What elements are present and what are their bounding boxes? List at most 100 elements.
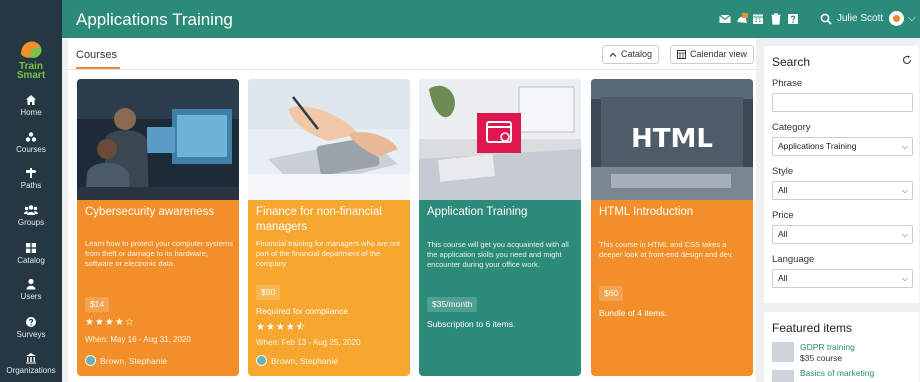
category-label: Category	[772, 122, 811, 133]
breadcrumb[interactable]: Courses	[76, 49, 117, 61]
sidebar-item-surveys[interactable]: Surveys	[0, 316, 62, 352]
course-dates: When: Feb 13 - Aug 25, 2020	[256, 338, 361, 347]
course-image-finance	[248, 79, 410, 200]
course-description: Financial training for managers who are …	[256, 239, 401, 268]
trainsmart-logo[interactable]: Train Smart	[0, 38, 62, 86]
course-title[interactable]: Finance for non-financial managers	[256, 205, 406, 235]
course-title[interactable]: Cybersecurity awareness	[85, 205, 235, 220]
featured-item-name[interactable]: Basics of marketing	[800, 368, 874, 378]
logo-text-line2: Smart	[16, 70, 46, 81]
calendar-view-button[interactable]: Calendar view	[670, 45, 755, 64]
chevron-up-icon	[609, 52, 617, 57]
featured-thumbnail[interactable]	[772, 342, 794, 362]
calendar-icon[interactable]	[752, 13, 764, 25]
sidebar-item-catalog[interactable]: Catalog	[0, 242, 62, 278]
mail-icon[interactable]	[719, 13, 731, 25]
course-card-application-training[interactable]: Application Training This course will ge…	[419, 79, 581, 376]
course-note: Bundle of 4 items.	[599, 308, 668, 318]
sidebar-item-users[interactable]: Users	[0, 278, 62, 314]
sidebar-item-label: Catalog	[17, 256, 45, 265]
home-icon	[26, 95, 36, 105]
notifications-icon[interactable]	[736, 13, 748, 25]
calendar-icon	[677, 50, 686, 59]
paths-icon	[26, 168, 37, 178]
course-note: Subscription to 6 items.	[427, 319, 516, 329]
course-description: Learn how to protect your computer syste…	[85, 239, 233, 268]
course-description: This course will get you acquainted with…	[427, 240, 569, 269]
sidebar-item-label: Groups	[17, 218, 45, 227]
organizations-icon	[26, 353, 36, 364]
sidebar-item-courses[interactable]: Courses	[0, 131, 62, 167]
users-icon	[26, 278, 36, 290]
featured-panel: Featured items GDPR training $35 course …	[764, 312, 919, 382]
course-note: Required for compliance	[256, 306, 349, 316]
user-avatar[interactable]	[889, 11, 904, 26]
sidebar-item-label: Courses	[16, 145, 46, 154]
chevron-down-icon: ⌵	[901, 274, 908, 283]
price-badge: $35/month	[427, 297, 478, 312]
sidebar-item-label: Organizations	[6, 366, 56, 375]
top-bar: Applications Training Julie Scott ⌵	[62, 0, 920, 38]
courses-panel: Courses Catalog Calendar view Cybersecur…	[68, 38, 756, 382]
sidebar-item-label: Paths	[20, 181, 42, 190]
course-image-html-introduction: HTML	[591, 79, 753, 200]
sidebar-item-organizations[interactable]: Organizations	[0, 352, 62, 382]
user-name[interactable]: Julie Scott	[837, 13, 883, 24]
left-navigation: Train Smart Home Courses Paths Groups Ca…	[0, 0, 62, 382]
course-title[interactable]: Application Training	[427, 205, 577, 220]
rating-stars: ★★★★☆	[85, 317, 135, 328]
surveys-icon	[26, 317, 36, 327]
search-panel: Search Phrase Category Applications Trai…	[764, 46, 919, 303]
sidebar-item-home[interactable]: Home	[0, 94, 62, 130]
price-badge: $50	[256, 285, 281, 300]
catalog-button[interactable]: Catalog	[602, 45, 660, 64]
phrase-input[interactable]	[772, 93, 913, 112]
search-title: Search	[772, 55, 811, 69]
featured-thumbnail[interactable]	[772, 370, 794, 382]
author-avatar	[256, 355, 267, 366]
featured-title: Featured items	[772, 321, 853, 335]
price-label: Price	[772, 210, 794, 221]
course-title[interactable]: HTML Introduction	[599, 205, 749, 220]
price-select[interactable]: All ⌵	[772, 225, 913, 244]
page-title: Applications Training	[76, 10, 233, 29]
course-description: This course in HTML and CSS takes a deep…	[599, 240, 734, 259]
sidebar-item-label: Surveys	[16, 330, 46, 339]
reset-icon[interactable]	[902, 55, 912, 65]
course-dates: When: May 16 - Aug 31, 2020	[85, 335, 191, 344]
html-logo-text: HTML	[631, 124, 713, 154]
featured-item-name[interactable]: GDPR training	[800, 342, 855, 352]
course-card-cybersecurity[interactable]: Cybersecurity awareness Learn how to pro…	[77, 79, 239, 376]
course-card-html-introduction[interactable]: HTML HTML Introduction This course in HT…	[591, 79, 753, 376]
language-label: Language	[772, 254, 815, 265]
header-divider	[68, 69, 756, 70]
rating-stars: ★★★★⯪	[256, 322, 307, 333]
sidebar-item-label: Users	[20, 292, 42, 301]
sidebar-item-label: Home	[20, 108, 42, 117]
author-avatar	[85, 355, 96, 366]
style-select[interactable]: All ⌵	[772, 181, 913, 200]
course-card-finance[interactable]: Finance for non-financial managers Finan…	[248, 79, 410, 376]
course-image-application-training	[419, 79, 581, 200]
price-badge: $14	[85, 297, 110, 312]
groups-icon	[24, 205, 38, 215]
category-select[interactable]: Applications Training ⌵	[772, 137, 913, 156]
help-icon[interactable]	[787, 13, 799, 25]
course-author: Brown, Stephanie	[85, 355, 167, 366]
search-icon[interactable]	[820, 13, 832, 25]
chevron-down-icon: ⌵	[901, 186, 908, 195]
course-author: Brown, Stephanie	[256, 355, 338, 366]
logo-icon	[21, 41, 42, 58]
sidebar-item-groups[interactable]: Groups	[0, 204, 62, 240]
phrase-label: Phrase	[772, 78, 803, 89]
style-label: Style	[772, 166, 794, 177]
catalog-icon	[26, 243, 36, 253]
trash-icon[interactable]	[770, 13, 782, 25]
sidebar-item-paths[interactable]: Paths	[0, 167, 62, 203]
chevron-down-icon[interactable]: ⌵	[908, 13, 916, 24]
language-select[interactable]: All ⌵	[772, 269, 913, 288]
chevron-down-icon: ⌵	[901, 230, 908, 239]
featured-item-price: $35 course	[800, 353, 843, 363]
course-image-cybersecurity	[77, 79, 239, 200]
courses-icon	[25, 132, 37, 142]
